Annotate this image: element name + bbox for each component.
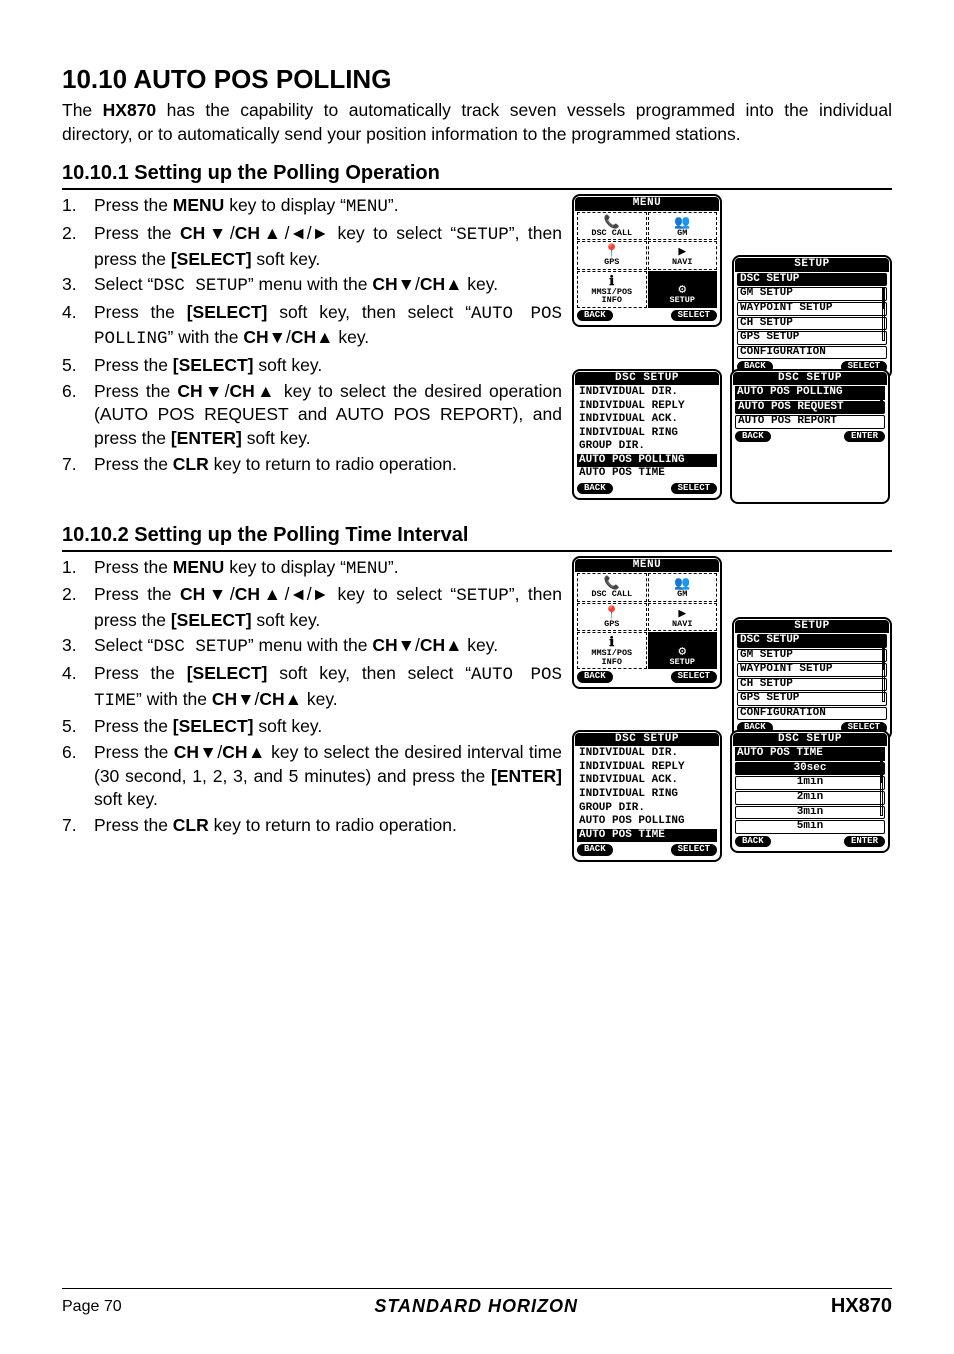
subsection-heading: 10.10.2 Setting up the Polling Time Inte… — [62, 522, 892, 552]
list-header: AUTO POS POLLING — [735, 386, 885, 400]
list-item[interactable]: INDIVIDUAL DIR. — [577, 747, 717, 761]
brand-logo: STANDARD HORIZON — [374, 1294, 578, 1318]
list-item[interactable]: INDIVIDUAL DIR. — [577, 386, 717, 400]
list-item[interactable]: AUTO POS REPORT — [735, 415, 885, 429]
list-item[interactable]: GROUP DIR. — [577, 440, 717, 454]
menu-icon: 👥 — [674, 216, 690, 229]
softkey-back[interactable]: BACK — [735, 431, 771, 442]
lcd-setup-screen: SETUP DSC SETUPGM SETUPWAYPOINT SETUPCH … — [732, 617, 892, 740]
list-item[interactable]: GPS SETUP — [737, 331, 887, 345]
softkey-back[interactable]: BACK — [577, 483, 613, 494]
section-polling-operation: 10.10.1 Setting up the Polling Operation… — [62, 160, 892, 503]
list-item[interactable]: GROUP DIR. — [577, 802, 717, 816]
list-item[interactable]: CH SETUP — [737, 678, 887, 692]
page-footer: Page 70 STANDARD HORIZON HX870 — [62, 1288, 892, 1320]
scrollbar[interactable] — [880, 761, 883, 815]
menu-cell[interactable]: ▶NAVI — [648, 241, 718, 270]
lcd-polling-opts-screen: DSC SETUP AUTO POS POLLINGAUTO POS REQUE… — [730, 369, 890, 504]
softkey-select[interactable]: ENTER — [844, 836, 885, 847]
menu-icon: ⚙ — [678, 645, 686, 658]
screen-title: SETUP — [735, 620, 889, 634]
screen-title: DSC SETUP — [733, 372, 887, 386]
steps-list: 1.Press the MENU key to display “MENU”.2… — [62, 194, 562, 476]
screen-title: DSC SETUP — [575, 733, 719, 747]
lcd-menu-screen: MENU 📞DSC CALL👥GM📍GPS▶NAVIℹMMSI/POSINFO⚙… — [572, 194, 722, 327]
list-item[interactable]: INDIVIDUAL REPLY — [577, 400, 717, 414]
menu-cell[interactable]: 👥GM — [648, 573, 718, 602]
list-item[interactable]: AUTO POS REQUEST — [735, 401, 885, 415]
menu-cell[interactable]: ⚙SETUP — [648, 632, 718, 669]
list-item[interactable]: CONFIGURATION — [737, 707, 887, 721]
menu-cell[interactable]: 📞DSC CALL — [577, 212, 647, 241]
list-item[interactable]: AUTO POS POLLING — [577, 454, 717, 468]
screen-title: MENU — [575, 559, 719, 573]
list-item[interactable]: 1min — [735, 776, 885, 790]
list-item[interactable]: INDIVIDUAL ACK. — [577, 774, 717, 788]
screen-title: DSC SETUP — [575, 372, 719, 386]
menu-icon: ▶ — [678, 607, 686, 620]
list-item[interactable]: 5min — [735, 820, 885, 834]
softkey-back[interactable]: BACK — [577, 844, 613, 855]
list-item[interactable]: 2min — [735, 791, 885, 805]
subsection-heading: 10.10.1 Setting up the Polling Operation — [62, 160, 892, 190]
menu-icon: 📞 — [604, 216, 620, 229]
list-item[interactable]: AUTO POS TIME — [577, 829, 717, 843]
menu-icon: ℹ — [609, 275, 614, 288]
lcd-dsc-setup-screen: DSC SETUP INDIVIDUAL DIR.INDIVIDUAL REPL… — [572, 369, 722, 501]
list-item[interactable]: WAYPOINT SETUP — [737, 302, 887, 316]
list-item[interactable]: INDIVIDUAL RING — [577, 427, 717, 441]
list-item[interactable]: DSC SETUP — [737, 273, 887, 287]
list-item[interactable]: GM SETUP — [737, 649, 887, 663]
softkey-back[interactable]: BACK — [735, 836, 771, 847]
menu-icon: 📍 — [604, 607, 620, 620]
page-number: Page 70 — [62, 1296, 122, 1318]
model-label: HX870 — [831, 1293, 892, 1320]
scrollbar[interactable] — [882, 648, 885, 702]
list-item[interactable]: DSC SETUP — [737, 634, 887, 648]
menu-cell[interactable]: ℹMMSI/POSINFO — [577, 271, 647, 308]
lcd-time-opts-screen: DSC SETUP AUTO POS TIME30sec1min2min3min… — [730, 730, 890, 853]
list-item[interactable]: GPS SETUP — [737, 692, 887, 706]
list-item[interactable]: AUTO POS POLLING — [577, 815, 717, 829]
scrollbar[interactable] — [880, 400, 883, 411]
scrollbar[interactable] — [882, 287, 885, 341]
menu-cell[interactable]: 📞DSC CALL — [577, 573, 647, 602]
menu-cell[interactable]: ℹMMSI/POSINFO — [577, 632, 647, 669]
list-item[interactable]: CH SETUP — [737, 317, 887, 331]
steps-list: 1.Press the MENU key to display “MENU”.2… — [62, 556, 562, 838]
screen-title: MENU — [575, 197, 719, 211]
list-item[interactable]: INDIVIDUAL REPLY — [577, 761, 717, 775]
list-item[interactable]: AUTO POS TIME — [577, 467, 717, 481]
lcd-dsc-setup-screen: DSC SETUP INDIVIDUAL DIR.INDIVIDUAL REPL… — [572, 730, 722, 862]
list-item[interactable]: WAYPOINT SETUP — [737, 663, 887, 677]
section-heading: 10.10 AUTO POS POLLING — [62, 62, 892, 97]
intro-text: The HX870 has the capability to automati… — [62, 99, 892, 146]
softkey-select[interactable]: ENTER — [844, 431, 885, 442]
menu-cell[interactable]: ▶NAVI — [648, 603, 718, 632]
list-item[interactable]: GM SETUP — [737, 287, 887, 301]
list-item[interactable]: INDIVIDUAL ACK. — [577, 413, 717, 427]
menu-cell[interactable]: 📍GPS — [577, 241, 647, 270]
list-item[interactable]: CONFIGURATION — [737, 346, 887, 360]
list-header: AUTO POS TIME — [735, 747, 885, 761]
list-item[interactable]: 3min — [735, 806, 885, 820]
screen-title: SETUP — [735, 258, 889, 272]
list-item[interactable]: 30sec — [735, 762, 885, 776]
softkey-select[interactable]: SELECT — [671, 844, 717, 855]
screen-title: DSC SETUP — [733, 733, 887, 747]
menu-cell[interactable]: 📍GPS — [577, 603, 647, 632]
menu-cell[interactable]: 👥GM — [648, 212, 718, 241]
lcd-setup-screen: SETUP DSC SETUPGM SETUPWAYPOINT SETUPCH … — [732, 255, 892, 378]
lcd-menu-screen: MENU 📞DSC CALL👥GM📍GPS▶NAVIℹMMSI/POSINFO⚙… — [572, 556, 722, 689]
list-item[interactable]: INDIVIDUAL RING — [577, 788, 717, 802]
menu-cell[interactable]: ⚙SETUP — [648, 271, 718, 308]
softkey-select[interactable]: SELECT — [671, 483, 717, 494]
section-polling-interval: 10.10.2 Setting up the Polling Time Inte… — [62, 522, 892, 862]
